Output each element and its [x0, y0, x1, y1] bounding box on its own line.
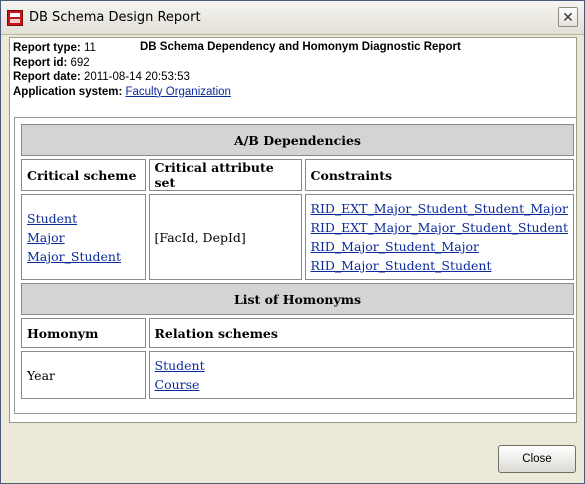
application-system-link[interactable]: Faculty Organization: [125, 86, 230, 98]
report-title: DB Schema Dependency and Homonym Diagnos…: [140, 41, 461, 53]
report-table-frame: A/B Dependencies Critical scheme Critica…: [14, 117, 576, 414]
scheme-link-major-student[interactable]: Major_Student: [27, 249, 121, 264]
homonyms-heading: List of Homonyms: [21, 283, 574, 315]
close-button[interactable]: Close: [498, 445, 576, 473]
homonym-cell: Year: [21, 351, 146, 399]
title-bar[interactable]: DB Schema Design Report ✕: [1, 1, 584, 35]
window-title: DB Schema Design Report: [29, 10, 201, 25]
critical-scheme-cell: Student Major Major_Student: [21, 194, 146, 280]
report-type-label: Report type:: [13, 42, 81, 54]
ab-dependencies-heading: A/B Dependencies: [21, 124, 574, 156]
report-window: DB Schema Design Report ✕ Report type: 1…: [0, 0, 585, 484]
constraint-link[interactable]: RID_EXT_Major_Major_Student_Student: [311, 220, 568, 235]
report-table: A/B Dependencies Critical scheme Critica…: [18, 121, 576, 402]
relation-schemes-header: Relation schemes: [148, 318, 574, 348]
constraints-header: Constraints: [304, 159, 574, 191]
scheme-link-student[interactable]: Student: [27, 211, 77, 226]
report-date-label: Report date:: [13, 71, 81, 84]
relation-scheme-link-student[interactable]: Student: [155, 358, 205, 373]
constraint-link[interactable]: RID_Major_Student_Major: [311, 239, 480, 254]
report-id-label: Report id:: [13, 56, 68, 69]
critical-scheme-header: Critical scheme: [21, 159, 146, 191]
report-content[interactable]: Report type: 11 Report id: 692 Report da…: [9, 37, 577, 423]
relation-schemes-cell: Student Course: [148, 351, 574, 399]
critical-attribute-set-header: Critical attribute set: [148, 159, 302, 191]
report-date-value: 2011-08-14 20:53:53: [83, 71, 190, 84]
app-icon: [7, 9, 23, 26]
application-system-label: Application system:: [13, 85, 123, 98]
close-icon[interactable]: ✕: [558, 7, 578, 27]
report-type-value: 11: [83, 42, 96, 54]
critical-attribute-set-cell: [FacId, DepId]: [148, 194, 302, 280]
constraints-cell: RID_EXT_Major_Student_Student_Major RID_…: [304, 194, 574, 280]
constraint-link[interactable]: RID_EXT_Major_Student_Student_Major: [311, 201, 568, 216]
homonym-header: Homonym: [21, 318, 146, 348]
report-id-value: 692: [70, 56, 90, 69]
relation-scheme-link-course[interactable]: Course: [155, 377, 200, 392]
scheme-link-major[interactable]: Major: [27, 230, 65, 245]
constraint-link[interactable]: RID_Major_Student_Student: [311, 258, 492, 273]
